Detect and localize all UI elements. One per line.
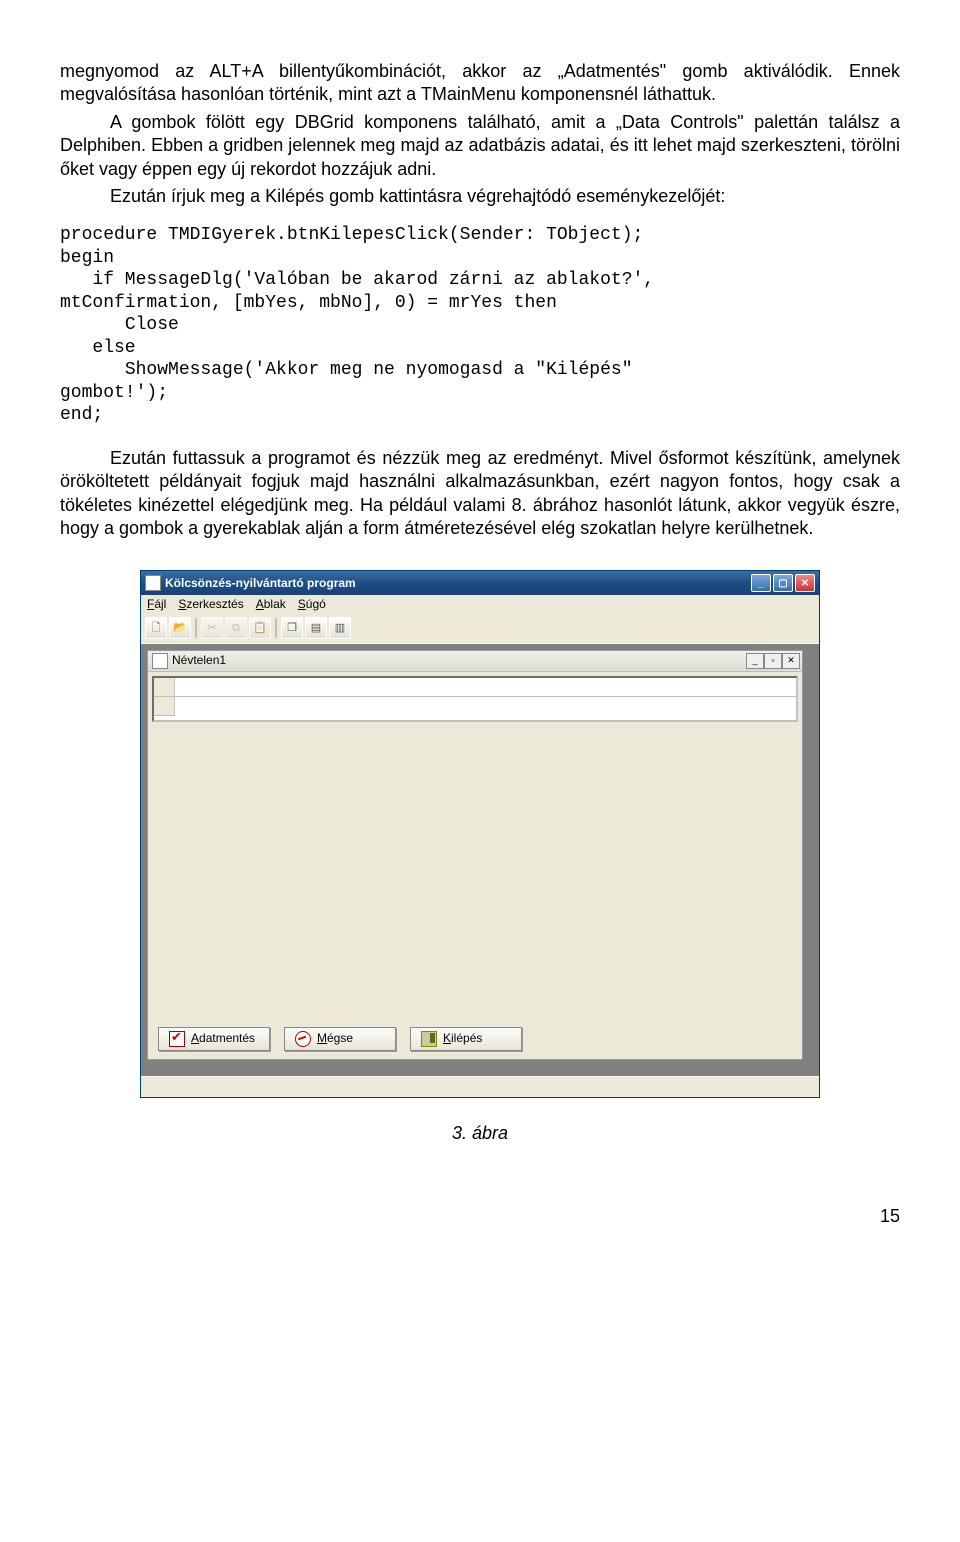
child-title-text: Névtelen1 bbox=[172, 653, 226, 669]
save-button[interactable]: Adatmentés bbox=[158, 1027, 270, 1051]
toolbar: 🗋 📂 ✂ ⧉ 📋 ❐ ▤ ▥ bbox=[141, 615, 819, 644]
db-grid[interactable] bbox=[152, 676, 798, 722]
maximize-button[interactable]: ▢ bbox=[773, 574, 793, 592]
paragraph-2: A gombok fölött egy DBGrid komponens tal… bbox=[60, 111, 900, 181]
paragraph-1: megnyomod az ALT+A billentyűkombinációt,… bbox=[60, 60, 900, 107]
code-listing: procedure TMDIGyerek.btnKilepesClick(Sen… bbox=[60, 224, 900, 427]
toolbar-separator bbox=[275, 618, 277, 638]
door-icon bbox=[421, 1031, 437, 1047]
close-button[interactable]: ✕ bbox=[795, 574, 815, 592]
tile-h-icon[interactable]: ▤ bbox=[305, 617, 327, 639]
menu-edit[interactable]: Szerkesztés bbox=[178, 597, 243, 613]
copy-icon[interactable]: ⧉ bbox=[225, 617, 247, 639]
child-close-button[interactable]: ✕ bbox=[782, 653, 800, 669]
app-title: Kölcsönzés-nyilvántartó program bbox=[165, 576, 356, 592]
button-row: Adatmentés Mégse Kilépés bbox=[148, 1021, 802, 1059]
child-icon bbox=[152, 653, 168, 669]
toolbar-separator bbox=[195, 618, 197, 638]
minimize-button[interactable]: _ bbox=[751, 574, 771, 592]
child-titlebar[interactable]: Névtelen1 _ ▫ ✕ bbox=[148, 651, 802, 672]
status-bar bbox=[141, 1076, 819, 1097]
paragraph-3: Ezután írjuk meg a Kilépés gomb kattintá… bbox=[60, 185, 900, 208]
child-maximize-button[interactable]: ▫ bbox=[764, 653, 782, 669]
paste-icon[interactable]: 📋 bbox=[249, 617, 271, 639]
child-minimize-button[interactable]: _ bbox=[746, 653, 764, 669]
cascade-icon[interactable]: ❐ bbox=[281, 617, 303, 639]
menu-help[interactable]: Súgó bbox=[298, 597, 326, 613]
new-icon[interactable]: 🗋 bbox=[145, 617, 167, 639]
paragraph-4: Ezután futtassuk a programot és nézzük m… bbox=[60, 447, 900, 541]
page-number: 15 bbox=[60, 1205, 900, 1228]
cancel-button[interactable]: Mégse bbox=[284, 1027, 396, 1051]
check-icon bbox=[169, 1031, 185, 1047]
cut-icon[interactable]: ✂ bbox=[201, 617, 223, 639]
menu-bar: Fájl Szerkesztés Ablak Súgó bbox=[141, 595, 819, 615]
mdi-client-area: Névtelen1 _ ▫ ✕ Adatmentés bbox=[141, 644, 819, 1076]
app-screenshot: Kölcsönzés-nyilvántartó program _ ▢ ✕ Fá… bbox=[140, 570, 820, 1098]
main-titlebar[interactable]: Kölcsönzés-nyilvántartó program _ ▢ ✕ bbox=[141, 571, 819, 595]
child-window: Névtelen1 _ ▫ ✕ Adatmentés bbox=[147, 650, 803, 1060]
app-icon bbox=[145, 575, 161, 591]
exit-button[interactable]: Kilépés bbox=[410, 1027, 522, 1051]
stop-icon bbox=[295, 1031, 311, 1047]
open-icon[interactable]: 📂 bbox=[169, 617, 191, 639]
tile-v-icon[interactable]: ▥ bbox=[329, 617, 351, 639]
figure-caption: 3. ábra bbox=[60, 1122, 900, 1145]
menu-window[interactable]: Ablak bbox=[256, 597, 286, 613]
menu-file[interactable]: Fájl bbox=[147, 597, 166, 613]
